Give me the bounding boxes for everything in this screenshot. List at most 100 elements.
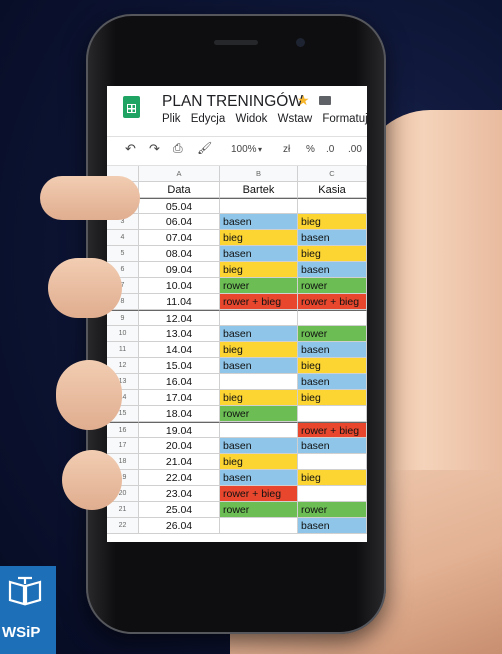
row-number[interactable]: 11 bbox=[107, 342, 139, 358]
kasia-activity-cell[interactable]: bieg bbox=[298, 470, 367, 486]
column-header-c[interactable]: C bbox=[298, 166, 367, 182]
kasia-activity-cell[interactable]: basen bbox=[298, 262, 367, 278]
google-sheets-icon[interactable] bbox=[123, 96, 140, 118]
kasia-activity-cell[interactable]: basen bbox=[298, 438, 367, 454]
bartek-activity-cell[interactable]: bieg bbox=[220, 390, 298, 406]
menu-insert[interactable]: Wstaw bbox=[278, 113, 313, 125]
bartek-activity-cell[interactable]: bieg bbox=[220, 262, 298, 278]
table-row: 205.04 bbox=[107, 198, 367, 214]
kasia-activity-cell[interactable] bbox=[298, 310, 367, 326]
date-cell[interactable]: 20.04 bbox=[139, 438, 220, 454]
date-cell[interactable]: 21.04 bbox=[139, 454, 220, 470]
header-cell-bartek[interactable]: Bartek bbox=[220, 182, 298, 198]
menu-view[interactable]: Widok bbox=[235, 113, 267, 125]
paint-format-icon[interactable]: 🖌 bbox=[197, 141, 212, 155]
date-cell[interactable]: 14.04 bbox=[139, 342, 220, 358]
header-cell-kasia[interactable]: Kasia bbox=[298, 182, 367, 198]
date-cell[interactable]: 11.04 bbox=[139, 294, 220, 310]
date-cell[interactable]: 12.04 bbox=[139, 310, 220, 326]
bartek-activity-cell[interactable]: rower bbox=[220, 406, 298, 422]
row-number[interactable]: 10 bbox=[107, 326, 139, 342]
row-number[interactable]: 21 bbox=[107, 502, 139, 518]
bartek-activity-cell[interactable] bbox=[220, 198, 298, 214]
date-cell[interactable]: 08.04 bbox=[139, 246, 220, 262]
publisher-logo: WSiP bbox=[0, 566, 56, 654]
date-cell[interactable]: 17.04 bbox=[139, 390, 220, 406]
chevron-down-icon[interactable]: ▾ bbox=[258, 145, 262, 154]
bartek-activity-cell[interactable]: rower + bieg bbox=[220, 486, 298, 502]
currency-format-button[interactable]: zł bbox=[283, 144, 290, 155]
bartek-activity-cell[interactable] bbox=[220, 422, 298, 438]
bartek-activity-cell[interactable]: bieg bbox=[220, 342, 298, 358]
kasia-activity-cell[interactable] bbox=[298, 486, 367, 502]
menu-format[interactable]: Formatuj bbox=[322, 113, 367, 125]
kasia-activity-cell[interactable] bbox=[298, 454, 367, 470]
kasia-activity-cell[interactable]: rower + bieg bbox=[298, 294, 367, 310]
row-number[interactable]: 17 bbox=[107, 438, 139, 454]
row-number[interactable]: 4 bbox=[107, 230, 139, 246]
kasia-activity-cell[interactable]: basen bbox=[298, 342, 367, 358]
date-cell[interactable]: 15.04 bbox=[139, 358, 220, 374]
date-cell[interactable]: 16.04 bbox=[139, 374, 220, 390]
bartek-activity-cell[interactable]: bieg bbox=[220, 230, 298, 246]
bartek-activity-cell[interactable]: basen bbox=[220, 246, 298, 262]
date-cell[interactable]: 18.04 bbox=[139, 406, 220, 422]
kasia-activity-cell[interactable]: bieg bbox=[298, 390, 367, 406]
header-cell-date[interactable]: Data bbox=[139, 182, 220, 198]
row-number[interactable]: 9 bbox=[107, 310, 139, 326]
bartek-activity-cell[interactable] bbox=[220, 518, 298, 534]
date-cell[interactable]: 10.04 bbox=[139, 278, 220, 294]
kasia-activity-cell[interactable]: rower + bieg bbox=[298, 422, 367, 438]
increase-decimal-button[interactable]: .00 bbox=[348, 144, 362, 155]
date-cell[interactable]: 07.04 bbox=[139, 230, 220, 246]
menu-file[interactable]: Plik bbox=[162, 113, 181, 125]
bartek-activity-cell[interactable]: bieg bbox=[220, 454, 298, 470]
zoom-select[interactable]: 100% bbox=[231, 144, 257, 155]
redo-icon[interactable]: ↷ bbox=[149, 141, 160, 157]
folder-icon[interactable] bbox=[319, 96, 331, 105]
percent-format-button[interactable]: % bbox=[306, 144, 315, 155]
decrease-decimal-button[interactable]: .0 bbox=[326, 144, 334, 155]
bartek-activity-cell[interactable]: rower + bieg bbox=[220, 294, 298, 310]
kasia-activity-cell[interactable] bbox=[298, 406, 367, 422]
date-cell[interactable]: 05.04 bbox=[139, 198, 220, 214]
kasia-activity-cell[interactable]: rower bbox=[298, 502, 367, 518]
bartek-activity-cell[interactable]: basen bbox=[220, 358, 298, 374]
print-icon[interactable]: ⎙ bbox=[173, 141, 183, 156]
date-cell[interactable]: 19.04 bbox=[139, 422, 220, 438]
kasia-activity-cell[interactable]: basen bbox=[298, 230, 367, 246]
kasia-activity-cell[interactable]: bieg bbox=[298, 214, 367, 230]
row-number[interactable]: 16 bbox=[107, 422, 139, 438]
kasia-activity-cell[interactable] bbox=[298, 198, 367, 214]
row-number[interactable]: 22 bbox=[107, 518, 139, 534]
date-cell[interactable]: 09.04 bbox=[139, 262, 220, 278]
date-cell[interactable]: 22.04 bbox=[139, 470, 220, 486]
date-cell[interactable]: 26.04 bbox=[139, 518, 220, 534]
row-number[interactable]: 5 bbox=[107, 246, 139, 262]
kasia-activity-cell[interactable]: basen bbox=[298, 374, 367, 390]
document-title[interactable]: PLAN TRENINGÓW bbox=[162, 93, 303, 111]
bartek-activity-cell[interactable]: rower bbox=[220, 278, 298, 294]
bartek-activity-cell[interactable] bbox=[220, 310, 298, 326]
date-cell[interactable]: 06.04 bbox=[139, 214, 220, 230]
date-cell[interactable]: 25.04 bbox=[139, 502, 220, 518]
star-icon[interactable]: ★ bbox=[297, 92, 310, 109]
bartek-activity-cell[interactable]: basen bbox=[220, 214, 298, 230]
kasia-activity-cell[interactable]: bieg bbox=[298, 358, 367, 374]
kasia-activity-cell[interactable]: rower bbox=[298, 278, 367, 294]
column-header-b[interactable]: B bbox=[220, 166, 298, 182]
bartek-activity-cell[interactable] bbox=[220, 374, 298, 390]
undo-icon[interactable]: ↶ bbox=[125, 141, 136, 157]
date-cell[interactable]: 13.04 bbox=[139, 326, 220, 342]
bartek-activity-cell[interactable]: basen bbox=[220, 326, 298, 342]
bartek-activity-cell[interactable]: basen bbox=[220, 438, 298, 454]
kasia-activity-cell[interactable]: basen bbox=[298, 518, 367, 534]
kasia-activity-cell[interactable]: bieg bbox=[298, 246, 367, 262]
menu-edit[interactable]: Edycja bbox=[191, 113, 226, 125]
table-row: 20 23.04 rower + bieg bbox=[107, 486, 367, 502]
kasia-activity-cell[interactable]: rower bbox=[298, 326, 367, 342]
column-header-a[interactable]: A bbox=[139, 166, 220, 182]
date-cell[interactable]: 23.04 bbox=[139, 486, 220, 502]
bartek-activity-cell[interactable]: basen bbox=[220, 470, 298, 486]
bartek-activity-cell[interactable]: rower bbox=[220, 502, 298, 518]
